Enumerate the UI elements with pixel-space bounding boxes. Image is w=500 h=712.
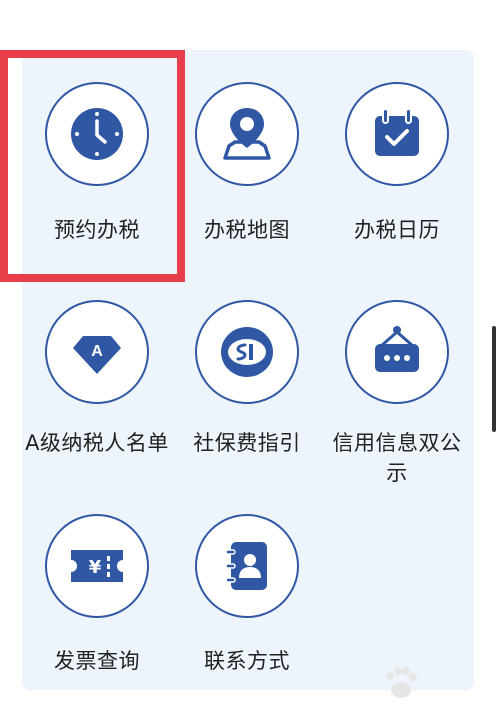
service-icon-circle: ¥: [45, 514, 149, 618]
service-tile-social-security[interactable]: 社保费指引: [172, 298, 322, 508]
page: 预约办税 办税地图 办税日历 A A级纳税人名单 社保费指引 信用信息双公示 ¥…: [0, 0, 500, 712]
service-tile-contact[interactable]: 联系方式: [172, 510, 322, 712]
social-security-icon: [221, 327, 273, 377]
svg-text:A: A: [91, 343, 103, 360]
svg-text:¥: ¥: [89, 557, 102, 578]
service-label-social-security: 社保费指引: [193, 431, 301, 455]
service-label-invoice-query: 发票查询: [54, 649, 140, 673]
sign-board-icon: [375, 326, 419, 372]
diamond-a-icon: A: [73, 336, 121, 374]
service-icon-circle: [345, 300, 449, 404]
service-label-appointment: 预约办税: [54, 218, 140, 242]
service-icon-circle: [345, 82, 449, 186]
service-icon-circle: [195, 300, 299, 404]
watermark: [382, 660, 492, 704]
service-grid-panel: 预约办税 办税地图 办税日历 A A级纳税人名单 社保费指引 信用信息双公示 ¥…: [22, 50, 474, 690]
paw-logo-icon: [386, 667, 417, 698]
service-label-contact: 联系方式: [204, 649, 290, 673]
service-icon-circle: [45, 82, 149, 186]
invoice-ticket-icon: ¥: [71, 550, 123, 582]
service-label-a-level-taxpayers: A级纳税人名单: [25, 431, 169, 455]
service-tile-appointment[interactable]: 预约办税: [22, 50, 172, 260]
map-pin-icon: [223, 108, 271, 160]
service-icon-circle: [195, 514, 299, 618]
service-tile-tax-calendar[interactable]: 办税日历: [322, 50, 472, 260]
service-tile-a-level-taxpayers[interactable]: A A级纳税人名单: [22, 298, 172, 508]
service-icon-circle: [195, 82, 299, 186]
service-tile-credit-disclosure[interactable]: 信用信息双公示: [322, 298, 472, 508]
service-icon-circle: A: [45, 300, 149, 404]
service-tile-invoice-query[interactable]: ¥ 发票查询: [22, 510, 172, 712]
service-label-credit-disclosure: 信用信息双公示: [332, 431, 462, 485]
contact-book-icon: [225, 542, 267, 590]
service-label-tax-map: 办税地图: [204, 218, 290, 242]
calendar-check-icon: [375, 108, 419, 156]
service-label-tax-calendar: 办税日历: [354, 218, 440, 242]
scrollbar[interactable]: [492, 326, 496, 432]
service-tile-tax-map[interactable]: 办税地图: [172, 50, 322, 260]
clock-icon: [71, 108, 123, 160]
